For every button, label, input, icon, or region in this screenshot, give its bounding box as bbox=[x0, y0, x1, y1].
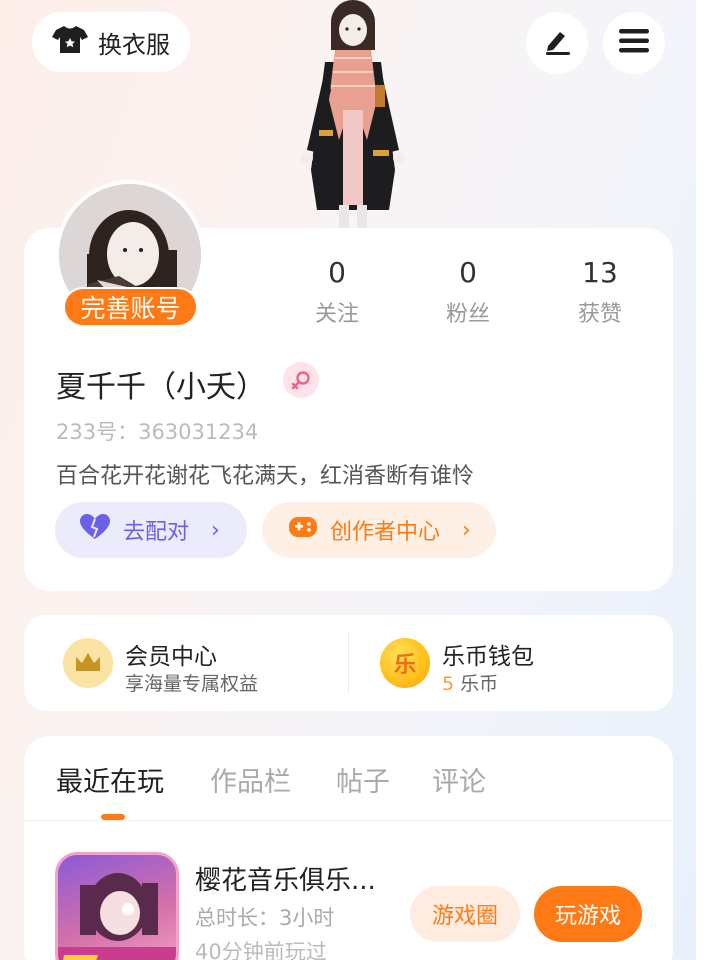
stat-likes-value: 13 bbox=[582, 256, 618, 289]
user-id: 233号：363031234 bbox=[56, 420, 259, 444]
tshirt-icon bbox=[52, 24, 88, 60]
crown-icon bbox=[63, 638, 113, 688]
game-last-played: 40分钟前玩过 bbox=[195, 940, 327, 960]
pen-icon bbox=[542, 26, 572, 60]
member-divider bbox=[348, 632, 349, 694]
complete-account-button[interactable]: 完善账号 bbox=[63, 287, 198, 327]
game-circle-button[interactable]: 游戏圈 bbox=[410, 886, 520, 942]
stat-followers-value: 0 bbox=[459, 256, 477, 289]
user-name: 夏千千（小夭） bbox=[56, 370, 266, 405]
vip-center-title[interactable]: 会员中心 bbox=[125, 637, 217, 671]
stat-following-value: 0 bbox=[328, 256, 346, 289]
gamepad-icon bbox=[288, 514, 318, 546]
tab-divider bbox=[24, 820, 673, 821]
wallet-balance: 5 乐币 bbox=[442, 669, 498, 696]
match-label: 去配对 bbox=[123, 520, 190, 545]
wallet-coin-count: 5 bbox=[442, 673, 455, 695]
stat-followers[interactable]: 0 粉丝 bbox=[413, 256, 523, 328]
change-outfit-label: 换衣服 bbox=[98, 30, 170, 59]
edit-profile-button[interactable] bbox=[526, 12, 588, 74]
creator-center-label: 创作者中心 bbox=[330, 520, 441, 545]
stat-likes-label: 获赞 bbox=[577, 302, 622, 327]
tab-posts[interactable]: 帖子 bbox=[336, 760, 390, 799]
vip-center-subtitle: 享海量专属权益 bbox=[125, 673, 259, 695]
stat-followers-label: 粉丝 bbox=[445, 302, 490, 327]
right-edge bbox=[696, 0, 720, 960]
hamburger-menu-icon bbox=[619, 28, 649, 58]
female-icon bbox=[283, 362, 319, 398]
user-bio: 百合花开花谢花飞花满天，红消香断有谁怜 bbox=[56, 464, 475, 489]
change-outfit-button[interactable]: 换衣服 bbox=[32, 12, 190, 72]
stat-following-label: 关注 bbox=[314, 302, 359, 327]
game-total-duration: 总时长：3小时 bbox=[195, 906, 335, 930]
play-game-button[interactable]: 玩游戏 bbox=[534, 886, 642, 942]
chevron-right-icon: › bbox=[462, 517, 471, 543]
wallet-title[interactable]: 乐币钱包 bbox=[442, 637, 534, 671]
tab-recent-played[interactable]: 最近在玩 bbox=[56, 760, 164, 799]
stat-following[interactable]: 0 关注 bbox=[282, 256, 392, 328]
chevron-right-icon: › bbox=[211, 517, 220, 543]
creator-center-button[interactable]: 创作者中心 › bbox=[262, 502, 496, 558]
match-button[interactable]: 去配对 › bbox=[55, 502, 247, 558]
tab-comments[interactable]: 评论 bbox=[432, 760, 486, 799]
coin-icon: 乐 bbox=[380, 638, 430, 688]
heart-icon bbox=[79, 513, 111, 547]
game-icon[interactable] bbox=[55, 852, 179, 960]
tab-works[interactable]: 作品栏 bbox=[210, 760, 291, 799]
stat-likes[interactable]: 13 获赞 bbox=[545, 256, 655, 328]
wallet-coin-unit: 乐币 bbox=[460, 673, 499, 695]
avatar-character-figure[interactable] bbox=[285, 0, 415, 228]
menu-button[interactable] bbox=[603, 12, 665, 74]
game-title[interactable]: 樱花音乐俱乐... bbox=[195, 860, 376, 897]
